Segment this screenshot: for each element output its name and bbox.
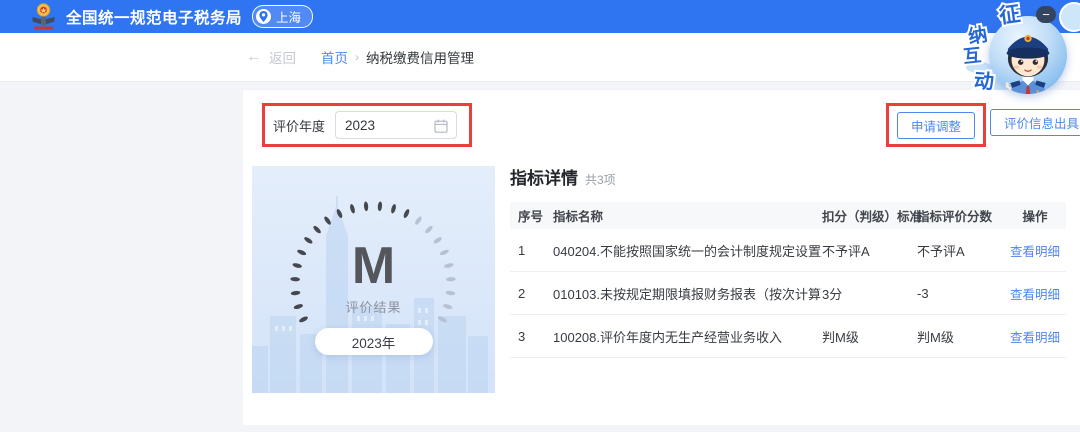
col-header-name: 指标名称	[553, 206, 822, 225]
minimize-widget-button[interactable]: −	[1036, 6, 1056, 23]
breadcrumb-home-link[interactable]: 首页	[321, 47, 348, 67]
content-card: 评价年度 2023 申请调整 评价信息出具	[243, 90, 1080, 425]
year-date-input[interactable]: 2023	[335, 111, 457, 139]
view-detail-link[interactable]: 查看明细	[1010, 288, 1060, 302]
table-row: 1 040204.不能按照国家统一的会计制度规定设置账簿，并... 不予评A 不…	[510, 229, 1066, 272]
col-header-no: 序号	[510, 206, 553, 225]
rating-year-pill: 2023年	[315, 328, 433, 355]
cell-score: 判M级	[917, 327, 1008, 346]
app-title: 全国统一规范电子税务局	[66, 6, 242, 28]
cell-score: -3	[917, 286, 1008, 301]
interaction-mascot-widget[interactable]: 征 纳 互 动 −	[958, 0, 1080, 100]
breadcrumb-bar: ← 返回 首页 › 纳税缴费信用管理	[0, 33, 1080, 82]
view-detail-link[interactable]: 查看明细	[1010, 331, 1060, 345]
breadcrumb-current: 纳税缴费信用管理	[366, 47, 474, 67]
app-screen: 全国统一规范电子税务局 上海 ← 返回 首页 › 纳税缴费信用管理 评价年度 2…	[0, 0, 1080, 432]
back-button[interactable]: ← 返回	[246, 47, 296, 67]
breadcrumb-separator: ›	[355, 50, 359, 64]
svg-text:纳: 纳	[966, 22, 989, 48]
indicators-section: 指标详情 共3项 序号 指标名称 扣分（判级）标准 指标评价分数 操作 1 04…	[510, 164, 1066, 358]
cell-name: 100208.评价年度内无生产经营业务收入	[553, 327, 822, 346]
apply-adjustment-button[interactable]: 申请调整	[897, 112, 975, 139]
col-header-score: 指标评价分数	[917, 206, 1008, 225]
col-header-action: 操作	[1008, 206, 1062, 225]
cell-score: 不予评A	[917, 241, 1008, 260]
issue-evaluation-info-button[interactable]: 评价信息出具	[990, 109, 1080, 136]
rating-result-card: M 评价结果 2023年	[252, 166, 495, 393]
china-tax-emblem-icon	[30, 2, 57, 31]
table-header-row: 序号 指标名称 扣分（判级）标准 指标评价分数 操作	[510, 202, 1066, 229]
calendar-icon[interactable]	[434, 119, 448, 133]
tax-officer-mascot-icon	[989, 22, 1067, 94]
cell-name: 040204.不能按照国家统一的会计制度规定设置账簿，并...	[553, 241, 822, 260]
back-arrow-icon: ←	[246, 49, 262, 65]
cell-no: 1	[510, 243, 553, 258]
apply-adjustment-annotation-box: 申请调整	[886, 103, 986, 147]
table-row: 2 010103.未按规定期限填报财务报表（按次计算） 3分 -3 查看明细	[510, 272, 1066, 315]
rating-caption: 评价结果	[252, 297, 495, 316]
view-detail-link[interactable]: 查看明细	[1010, 245, 1060, 259]
indicators-count-badge: 共3项	[585, 171, 616, 188]
col-header-standard: 扣分（判级）标准	[822, 206, 917, 225]
mascot-circle	[989, 16, 1067, 94]
cell-no: 2	[510, 286, 553, 301]
year-value: 2023	[345, 118, 375, 133]
cell-standard: 判M级	[822, 327, 917, 346]
cell-standard: 3分	[822, 284, 917, 303]
indicators-title: 指标详情	[510, 164, 578, 189]
top-header-bar: 全国统一规范电子税务局 上海	[0, 0, 1080, 33]
location-selector[interactable]: 上海	[252, 5, 313, 28]
location-pin-icon	[256, 9, 271, 24]
table-row: 3 100208.评价年度内无生产经营业务收入 判M级 判M级 查看明细	[510, 315, 1066, 358]
cell-name: 010103.未按规定期限填报财务报表（按次计算）	[553, 284, 822, 303]
cell-no: 3	[510, 329, 553, 344]
back-label: 返回	[269, 47, 296, 67]
location-label: 上海	[276, 7, 301, 26]
cell-standard: 不予评A	[822, 241, 917, 260]
year-filter-annotation-box: 评价年度 2023	[262, 103, 472, 147]
rating-grade: M	[252, 240, 495, 292]
year-filter-label: 评价年度	[273, 116, 325, 135]
